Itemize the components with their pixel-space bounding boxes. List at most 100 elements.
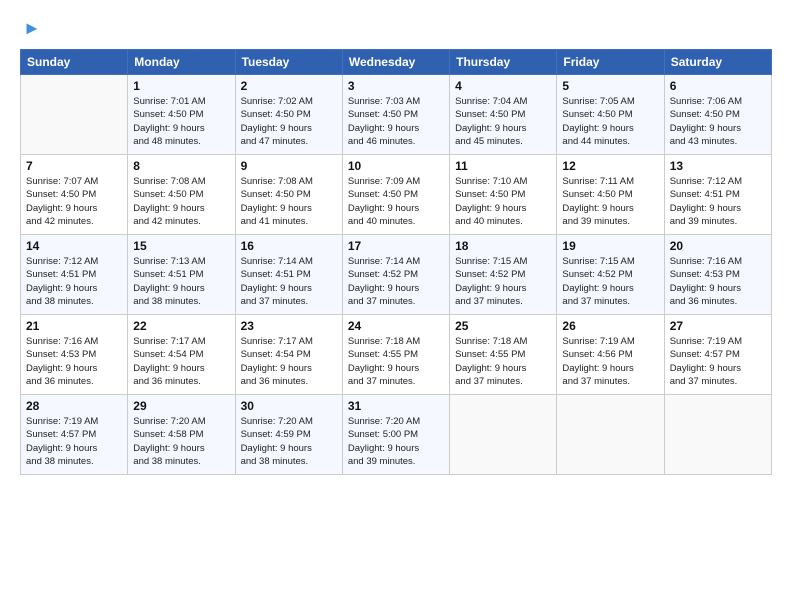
day-number: 31 xyxy=(348,399,444,413)
weekday-header: Sunday xyxy=(21,50,128,75)
day-info: Sunrise: 7:01 AM Sunset: 4:50 PM Dayligh… xyxy=(133,95,229,148)
day-number: 18 xyxy=(455,239,551,253)
calendar-cell: 22Sunrise: 7:17 AM Sunset: 4:54 PM Dayli… xyxy=(128,315,235,395)
calendar-table: SundayMondayTuesdayWednesdayThursdayFrid… xyxy=(20,49,772,475)
day-number: 13 xyxy=(670,159,766,173)
calendar-cell: 31Sunrise: 7:20 AM Sunset: 5:00 PM Dayli… xyxy=(342,395,449,475)
day-info: Sunrise: 7:11 AM Sunset: 4:50 PM Dayligh… xyxy=(562,175,658,228)
day-number: 3 xyxy=(348,79,444,93)
calendar-cell: 25Sunrise: 7:18 AM Sunset: 4:55 PM Dayli… xyxy=(450,315,557,395)
page: ► SundayMondayTuesdayWednesdayThursdayFr… xyxy=(0,0,792,612)
weekday-header: Friday xyxy=(557,50,664,75)
day-number: 21 xyxy=(26,319,122,333)
day-info: Sunrise: 7:18 AM Sunset: 4:55 PM Dayligh… xyxy=(348,335,444,388)
calendar-cell: 1 Sunrise: 7:01 AM Sunset: 4:50 PM Daylig… xyxy=(128,75,235,155)
day-info: Sunrise: 7:02 AM Sunset: 4:50 PM Dayligh… xyxy=(241,95,337,148)
day-number: 12 xyxy=(562,159,658,173)
day-info: Sunrise: 7:19 AM Sunset: 4:57 PM Dayligh… xyxy=(670,335,766,388)
day-number: 9 xyxy=(241,159,337,173)
calendar-cell: 15 Sunrise: 7:13 AM Sunset: 4:51 PM Dayli… xyxy=(128,235,235,315)
day-number: 28 xyxy=(26,399,122,413)
calendar-cell: 7 Sunrise: 7:07 AM Sunset: 4:50 PM Daylig… xyxy=(21,155,128,235)
calendar-cell: 16 Sunrise: 7:14 AM Sunset: 4:51 PM Dayli… xyxy=(235,235,342,315)
weekday-header: Monday xyxy=(128,50,235,75)
day-number: 8 xyxy=(133,159,229,173)
header: ► xyxy=(20,18,772,39)
calendar-cell: 11 Sunrise: 7:10 AM Sunset: 4:50 PM Dayli… xyxy=(450,155,557,235)
day-info: Sunrise: 7:08 AM Sunset: 4:50 PM Dayligh… xyxy=(241,175,337,228)
day-number: 1 xyxy=(133,79,229,93)
calendar-cell: 14 Sunrise: 7:12 AM Sunset: 4:51 PM Dayli… xyxy=(21,235,128,315)
day-number: 16 xyxy=(241,239,337,253)
day-number: 6 xyxy=(670,79,766,93)
logo: ► xyxy=(20,18,41,39)
calendar-cell: 19 Sunrise: 7:15 AM Sunset: 4:52 PM Dayli… xyxy=(557,235,664,315)
weekday-header: Saturday xyxy=(664,50,771,75)
calendar-cell xyxy=(664,395,771,475)
calendar-cell: 23 Sunrise: 7:17 AM Sunset: 4:54 PM Dayli… xyxy=(235,315,342,395)
calendar-cell: 24Sunrise: 7:18 AM Sunset: 4:55 PM Dayli… xyxy=(342,315,449,395)
day-number: 23 xyxy=(241,319,337,333)
day-info: Sunrise: 7:14 AM Sunset: 4:52 PM Dayligh… xyxy=(348,255,444,308)
day-info: Sunrise: 7:14 AM Sunset: 4:51 PM Dayligh… xyxy=(241,255,337,308)
calendar-week-row: 28 Sunrise: 7:19 AM Sunset: 4:57 PM Dayli… xyxy=(21,395,772,475)
day-number: 11 xyxy=(455,159,551,173)
calendar-cell: 20 Sunrise: 7:16 AM Sunset: 4:53 PM Dayli… xyxy=(664,235,771,315)
logo-arrow-icon: ► xyxy=(23,18,41,39)
calendar-week-row: 14 Sunrise: 7:12 AM Sunset: 4:51 PM Dayli… xyxy=(21,235,772,315)
day-info: Sunrise: 7:20 AM Sunset: 4:59 PM Dayligh… xyxy=(241,415,337,468)
day-number: 27 xyxy=(670,319,766,333)
day-info: Sunrise: 7:16 AM Sunset: 4:53 PM Dayligh… xyxy=(670,255,766,308)
day-info: Sunrise: 7:13 AM Sunset: 4:51 PM Dayligh… xyxy=(133,255,229,308)
calendar-cell: 10 Sunrise: 7:09 AM Sunset: 4:50 PM Dayli… xyxy=(342,155,449,235)
day-number: 25 xyxy=(455,319,551,333)
day-number: 5 xyxy=(562,79,658,93)
day-info: Sunrise: 7:20 AM Sunset: 4:58 PM Dayligh… xyxy=(133,415,229,468)
weekday-header: Tuesday xyxy=(235,50,342,75)
day-number: 7 xyxy=(26,159,122,173)
calendar-cell: 29Sunrise: 7:20 AM Sunset: 4:58 PM Dayli… xyxy=(128,395,235,475)
day-number: 19 xyxy=(562,239,658,253)
calendar-cell: 4 Sunrise: 7:04 AM Sunset: 4:50 PM Daylig… xyxy=(450,75,557,155)
day-info: Sunrise: 7:09 AM Sunset: 4:50 PM Dayligh… xyxy=(348,175,444,228)
calendar-cell: 30 Sunrise: 7:20 AM Sunset: 4:59 PM Dayli… xyxy=(235,395,342,475)
day-info: Sunrise: 7:07 AM Sunset: 4:50 PM Dayligh… xyxy=(26,175,122,228)
day-info: Sunrise: 7:15 AM Sunset: 4:52 PM Dayligh… xyxy=(562,255,658,308)
calendar-cell: 8Sunrise: 7:08 AM Sunset: 4:50 PM Daylig… xyxy=(128,155,235,235)
weekday-header: Wednesday xyxy=(342,50,449,75)
calendar-cell: 13Sunrise: 7:12 AM Sunset: 4:51 PM Dayli… xyxy=(664,155,771,235)
day-info: Sunrise: 7:04 AM Sunset: 4:50 PM Dayligh… xyxy=(455,95,551,148)
day-info: Sunrise: 7:12 AM Sunset: 4:51 PM Dayligh… xyxy=(26,255,122,308)
calendar-cell: 6 Sunrise: 7:06 AM Sunset: 4:50 PM Daylig… xyxy=(664,75,771,155)
calendar-cell: 26Sunrise: 7:19 AM Sunset: 4:56 PM Dayli… xyxy=(557,315,664,395)
day-number: 15 xyxy=(133,239,229,253)
day-info: Sunrise: 7:03 AM Sunset: 4:50 PM Dayligh… xyxy=(348,95,444,148)
day-info: Sunrise: 7:17 AM Sunset: 4:54 PM Dayligh… xyxy=(133,335,229,388)
calendar-cell xyxy=(21,75,128,155)
day-info: Sunrise: 7:17 AM Sunset: 4:54 PM Dayligh… xyxy=(241,335,337,388)
calendar-cell: 28 Sunrise: 7:19 AM Sunset: 4:57 PM Dayli… xyxy=(21,395,128,475)
calendar-cell: 3 Sunrise: 7:03 AM Sunset: 4:50 PM Daylig… xyxy=(342,75,449,155)
day-number: 4 xyxy=(455,79,551,93)
calendar-cell: 9 Sunrise: 7:08 AM Sunset: 4:50 PM Daylig… xyxy=(235,155,342,235)
day-info: Sunrise: 7:06 AM Sunset: 4:50 PM Dayligh… xyxy=(670,95,766,148)
calendar-cell: 18 Sunrise: 7:15 AM Sunset: 4:52 PM Dayli… xyxy=(450,235,557,315)
day-info: Sunrise: 7:10 AM Sunset: 4:50 PM Dayligh… xyxy=(455,175,551,228)
day-number: 30 xyxy=(241,399,337,413)
calendar-cell xyxy=(450,395,557,475)
calendar-cell: 27 Sunrise: 7:19 AM Sunset: 4:57 PM Dayli… xyxy=(664,315,771,395)
calendar-week-row: 21 Sunrise: 7:16 AM Sunset: 4:53 PM Dayli… xyxy=(21,315,772,395)
day-info: Sunrise: 7:05 AM Sunset: 4:50 PM Dayligh… xyxy=(562,95,658,148)
calendar-cell: 21 Sunrise: 7:16 AM Sunset: 4:53 PM Dayli… xyxy=(21,315,128,395)
day-info: Sunrise: 7:15 AM Sunset: 4:52 PM Dayligh… xyxy=(455,255,551,308)
day-info: Sunrise: 7:19 AM Sunset: 4:57 PM Dayligh… xyxy=(26,415,122,468)
day-number: 14 xyxy=(26,239,122,253)
day-info: Sunrise: 7:19 AM Sunset: 4:56 PM Dayligh… xyxy=(562,335,658,388)
calendar-week-row: 1 Sunrise: 7:01 AM Sunset: 4:50 PM Daylig… xyxy=(21,75,772,155)
calendar-week-row: 7 Sunrise: 7:07 AM Sunset: 4:50 PM Daylig… xyxy=(21,155,772,235)
calendar-cell: 17Sunrise: 7:14 AM Sunset: 4:52 PM Dayli… xyxy=(342,235,449,315)
day-number: 20 xyxy=(670,239,766,253)
day-info: Sunrise: 7:16 AM Sunset: 4:53 PM Dayligh… xyxy=(26,335,122,388)
weekday-header-row: SundayMondayTuesdayWednesdayThursdayFrid… xyxy=(21,50,772,75)
day-number: 10 xyxy=(348,159,444,173)
